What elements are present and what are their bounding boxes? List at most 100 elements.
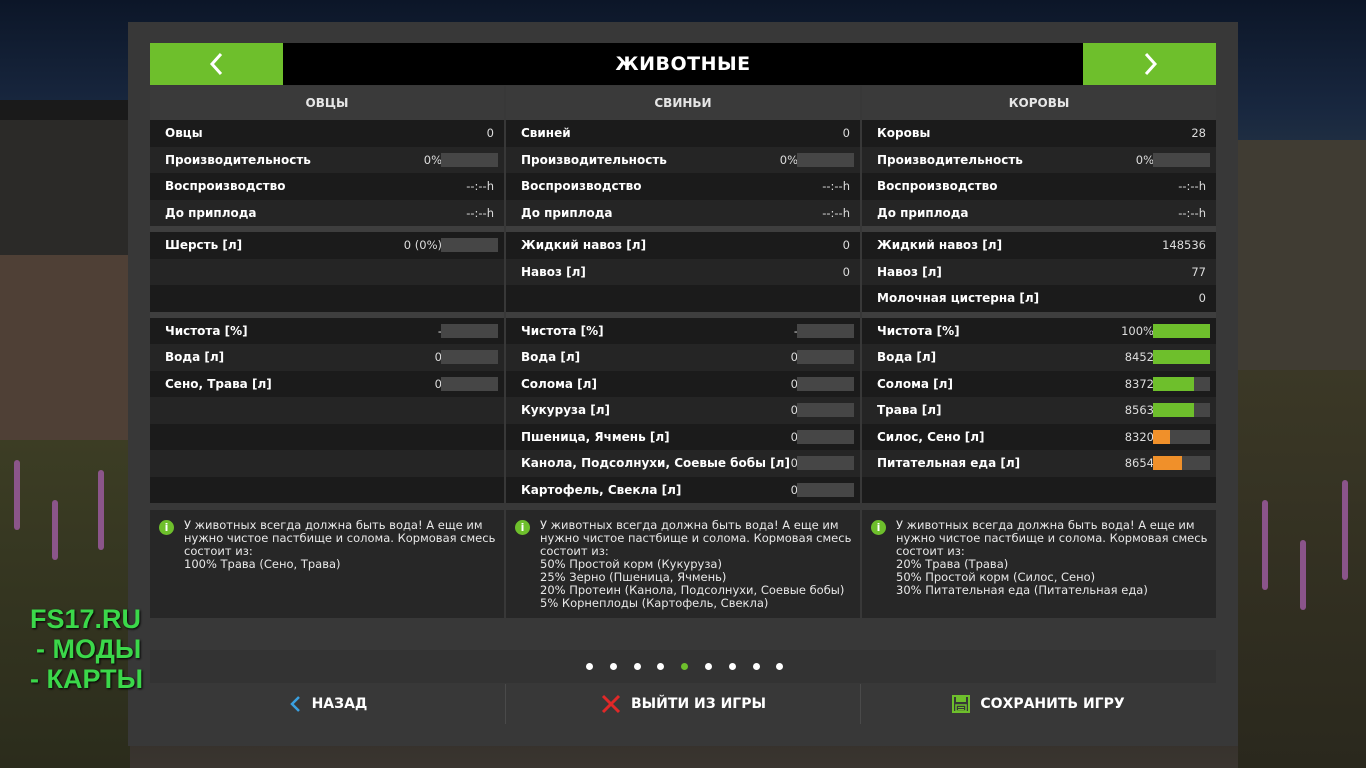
level-bar (1153, 376, 1210, 391)
level-bar (1153, 323, 1210, 338)
pigs-info-box: i У животных всегда должна быть вода! А … (506, 510, 860, 618)
level-bar (797, 482, 854, 497)
stat-label: Кукуруза [л] (521, 403, 611, 417)
stat-label: Воспроизводство (877, 179, 998, 193)
level-bar (1153, 350, 1210, 364)
back-button[interactable]: НАЗАД (150, 684, 505, 724)
back-arrow-icon (289, 696, 300, 712)
level-bar-fill (1153, 429, 1171, 444)
stat-row: Свиней 0 (506, 120, 860, 147)
stat-row: Воспроизводство --:--h (150, 173, 504, 200)
page-dot[interactable] (705, 663, 712, 670)
stat-row: Жидкий навоз [л] 148536 (862, 232, 1216, 259)
page-dot[interactable] (586, 663, 593, 670)
stat-label: Жидкий навоз [л] (877, 238, 1003, 252)
page-dot[interactable] (728, 663, 736, 670)
stat-row: Кукуруза [л] 0 (506, 397, 860, 424)
stat-value: 8654 (1124, 456, 1154, 470)
page-dot[interactable] (633, 663, 641, 670)
page-dot[interactable] (681, 663, 689, 670)
stat-row: Овцы 0 (150, 120, 504, 147)
stat-row: Навоз [л] 77 (862, 258, 1216, 285)
stat-label: Воспроизводство (521, 179, 642, 193)
next-page-button[interactable] (1083, 43, 1216, 85)
stat-label: До приплода (521, 205, 613, 220)
stat-label: Навоз [л] (521, 264, 586, 279)
cows-column: КОРОВЫ Коровы 28 Производительность 0% Воспро… (862, 86, 1216, 503)
background-building (1238, 140, 1366, 370)
stat-label: Вода [л] (877, 350, 937, 364)
stat-label: Молочная цистерна [л] (877, 291, 1040, 305)
stat-value: 8452 (1124, 350, 1154, 364)
level-bar (1153, 403, 1210, 417)
stat-row: До приплода --:--h (150, 199, 504, 226)
level-bar (797, 456, 854, 470)
stat-row: До приплода --:--h (506, 199, 860, 226)
pigs-info-text: У животных всегда должна быть вода! А ещ… (540, 518, 852, 610)
page-dot[interactable] (776, 663, 784, 670)
stat-row: Силос, Сено [л] 8320 (862, 423, 1216, 450)
stat-row: Навоз [л] 0 (506, 258, 860, 285)
stat-value: 0 (842, 264, 850, 279)
background-flower (1342, 480, 1348, 580)
back-label: НАЗАД (311, 696, 368, 712)
stat-value: 0 (842, 238, 850, 252)
stat-label: Коровы (877, 126, 931, 140)
stat-row: Шерсть [л] 0 (0%) (150, 232, 504, 259)
stat-value: 100% (1121, 323, 1154, 338)
stat-row: Производительность 0% (150, 146, 504, 173)
cows-column-title: КОРОВЫ (862, 86, 1216, 120)
cows-info-text: У животных всегда должна быть вода! А ещ… (896, 518, 1208, 597)
page-dot[interactable] (657, 663, 665, 670)
stat-row: Воспроизводство --:--h (506, 173, 860, 200)
stat-value: --:--h (822, 205, 850, 220)
stat-value: --:--h (1178, 205, 1206, 220)
level-bar (441, 238, 498, 252)
stat-row (150, 423, 504, 450)
stat-value: --:--h (1178, 179, 1206, 193)
level-bar (797, 429, 854, 444)
stat-row: Жидкий навоз [л] 0 (506, 232, 860, 259)
stat-row: Солома [л] 0 (506, 370, 860, 397)
stat-label: Канола, Подсолнухи, Соевые бобы [л] (521, 456, 790, 470)
page-indicator (150, 650, 1216, 683)
level-bar (441, 323, 498, 338)
stat-row: Воспроизводство --:--h (862, 173, 1216, 200)
stat-value: 148536 (1162, 238, 1206, 252)
page-dot[interactable] (752, 663, 760, 670)
quit-label: ВЫЙТИ ИЗ ИГРЫ (631, 696, 766, 712)
stat-row (150, 397, 504, 424)
stat-row: Молочная цистерна [л] 0 (862, 285, 1216, 312)
floppy-disk-icon (952, 695, 971, 713)
level-bar (1153, 152, 1210, 167)
stat-label: Чистота [%] (165, 323, 248, 338)
level-bar-fill (1153, 403, 1195, 417)
stat-value: --:--h (466, 179, 494, 193)
stat-label: До приплода (165, 205, 257, 220)
stat-row: Солома [л] 8372 (862, 370, 1216, 397)
level-bar (797, 403, 854, 417)
stat-row: Картофель, Свекла [л] 0 (506, 476, 860, 503)
close-icon (601, 694, 621, 714)
stat-label: Картофель, Свекла [л] (521, 482, 682, 497)
pigs-column-title: СВИНЬИ (506, 86, 860, 120)
stat-row: Коровы 28 (862, 120, 1216, 147)
stat-row (150, 258, 504, 285)
level-bar (797, 152, 854, 167)
level-bar-fill (1153, 376, 1195, 391)
stat-label: Навоз [л] (877, 264, 942, 279)
background-wall (0, 255, 130, 455)
stat-value: 0 (0%) (403, 238, 442, 252)
level-bar (1153, 456, 1210, 470)
save-game-button[interactable]: СОХРАНИТЬ ИГРУ (861, 684, 1216, 724)
stat-row: Сено, Трава [л] 0 (150, 370, 504, 397)
quit-game-button[interactable]: ВЫЙТИ ИЗ ИГРЫ (506, 684, 861, 724)
level-bar-fill (1153, 323, 1210, 338)
level-bar-fill (1153, 350, 1210, 364)
info-icon: i (515, 520, 530, 535)
page-dot[interactable] (609, 663, 617, 670)
stat-value: 0 (842, 126, 850, 140)
stat-value: 0 (486, 126, 494, 140)
stat-label: Чистота [%] (521, 323, 604, 338)
pigs-column: СВИНЬИ Свиней 0 Производительность 0% Воспрои… (506, 86, 860, 503)
